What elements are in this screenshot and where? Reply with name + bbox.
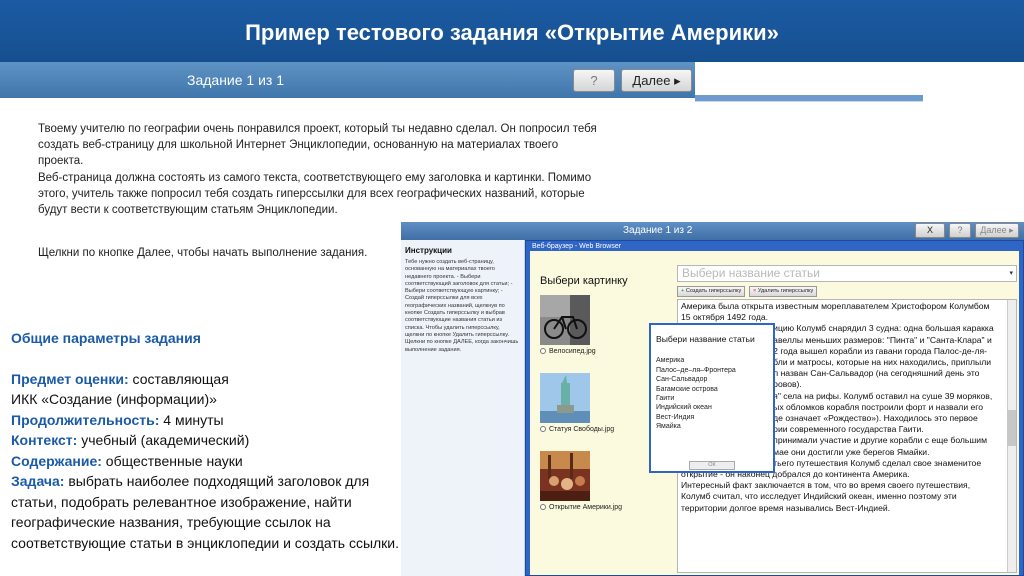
ok-button[interactable]: ОК: [689, 461, 735, 470]
inset-task-counter: Задание 1 из 2: [623, 225, 693, 236]
task-description: Твоему учителю по географии очень понрав…: [38, 121, 598, 218]
instructions-heading: Инструкции: [405, 246, 452, 255]
bicycle-photo[interactable]: [540, 295, 590, 345]
article-line: территории долгое время назывались Вест-…: [681, 502, 891, 513]
task-bar-extension: [695, 95, 923, 102]
click-instruction: Щелкни по кнопке Далее, чтобы начать вып…: [38, 247, 368, 259]
inset-help-button[interactable]: ?: [949, 223, 971, 238]
inset-task-bar: Задание 1 из 2 X ? Далее ▸: [401, 222, 1024, 240]
statue-of-liberty-photo[interactable]: [540, 373, 590, 423]
inset-close-button[interactable]: X: [915, 223, 945, 238]
scrollbar-thumb[interactable]: [1007, 410, 1016, 446]
article-line: Америка была открыта известным мореплава…: [681, 301, 990, 311]
article-scrollbar[interactable]: [1007, 300, 1016, 572]
picture-option[interactable]: Статуя Свободы.jpg: [540, 426, 614, 433]
help-button[interactable]: ?: [573, 69, 615, 92]
task-bar: Задание 1 из 1 ? Далее ▸: [0, 62, 695, 98]
title-band: Пример тестового задания «Открытие Амери…: [0, 0, 1024, 62]
popup-heading: Выбери название статьи: [656, 334, 755, 344]
delete-link-button[interactable]: × Удалить гиперссылку: [749, 286, 818, 297]
dropdown-arrow-icon[interactable]: ▾: [1009, 266, 1013, 281]
instructions-text: Тебе нужно создать веб-страницу, основан…: [405, 259, 519, 353]
instructions-panel: Инструкции Тебе нужно создать веб-страни…: [401, 240, 525, 576]
title-option[interactable]: Ямайка: [656, 422, 768, 431]
task-parameters: Общие параметры задания Предмет оценки: …: [11, 328, 401, 553]
title-option[interactable]: Индийский океан: [656, 403, 768, 412]
slide: Пример тестового задания «Открытие Амери…: [0, 0, 1024, 576]
title-options: Америка Палос–де–ля–Фронтера Сан-Сальвад…: [656, 356, 768, 431]
title-option[interactable]: Америка: [656, 356, 768, 365]
title-option[interactable]: Палос–де–ля–Фронтера: [656, 366, 768, 375]
next-button[interactable]: Далее ▸: [621, 69, 692, 92]
intro-paragraph: Веб-страница должна состоять из самого т…: [38, 171, 592, 217]
discovery-of-america-painting[interactable]: [540, 451, 590, 501]
parameter-row: Контекст: учебный (академический): [11, 432, 250, 448]
title-option[interactable]: Гаити: [656, 394, 768, 403]
picture-option[interactable]: Велосипед.jpg: [540, 348, 596, 355]
parameter-row: Содержание: общественные науки: [11, 452, 243, 469]
title-option[interactable]: Вест-Индия: [656, 413, 768, 422]
article-line: Колумб считал, что исследует Индийский о…: [681, 491, 957, 502]
article-line: 15 октября 1492 года.: [681, 312, 769, 323]
parameters-heading: Общие параметры задания: [11, 330, 201, 346]
task-counter: Задание 1 из 1: [187, 72, 285, 88]
picture-option[interactable]: Открытие Америки.jpg: [540, 504, 622, 511]
intro-paragraph: Твоему учителю по географии очень понрав…: [38, 123, 597, 168]
parameter-row: Задача: выбрать наиболее подходящий заго…: [11, 473, 400, 551]
parameter-row: Продолжительность: 4 минуты: [11, 411, 224, 428]
choose-picture-label: Выбери картинку: [540, 275, 628, 287]
slide-title: Пример тестового задания «Открытие Амери…: [245, 20, 779, 45]
article-line: Интересный факт заключается в том, что в…: [681, 480, 971, 491]
parameter-row: Предмет оценки: составляющая: [11, 370, 229, 387]
article-title-select[interactable]: Выбери название статьи ▾: [677, 265, 1017, 282]
title-option[interactable]: Сан-Сальвадор: [656, 375, 768, 384]
create-link-button[interactable]: + Создать гиперссылку: [677, 286, 746, 297]
inset-next-button[interactable]: Далее ▸: [975, 223, 1019, 238]
x-icon: ×: [753, 288, 757, 294]
title-option[interactable]: Багамские острова: [656, 385, 768, 394]
radio-icon[interactable]: [540, 426, 546, 433]
radio-icon[interactable]: [540, 348, 546, 355]
browser-title: Веб-браузер - Web Browser: [532, 243, 622, 250]
plus-icon: +: [681, 288, 685, 294]
radio-icon[interactable]: [540, 504, 546, 511]
title-picker-popup: Выбери название статьи Америка Палос–де–…: [649, 323, 775, 473]
parameter-row: ИКК «Создание (информации)»: [11, 391, 217, 407]
